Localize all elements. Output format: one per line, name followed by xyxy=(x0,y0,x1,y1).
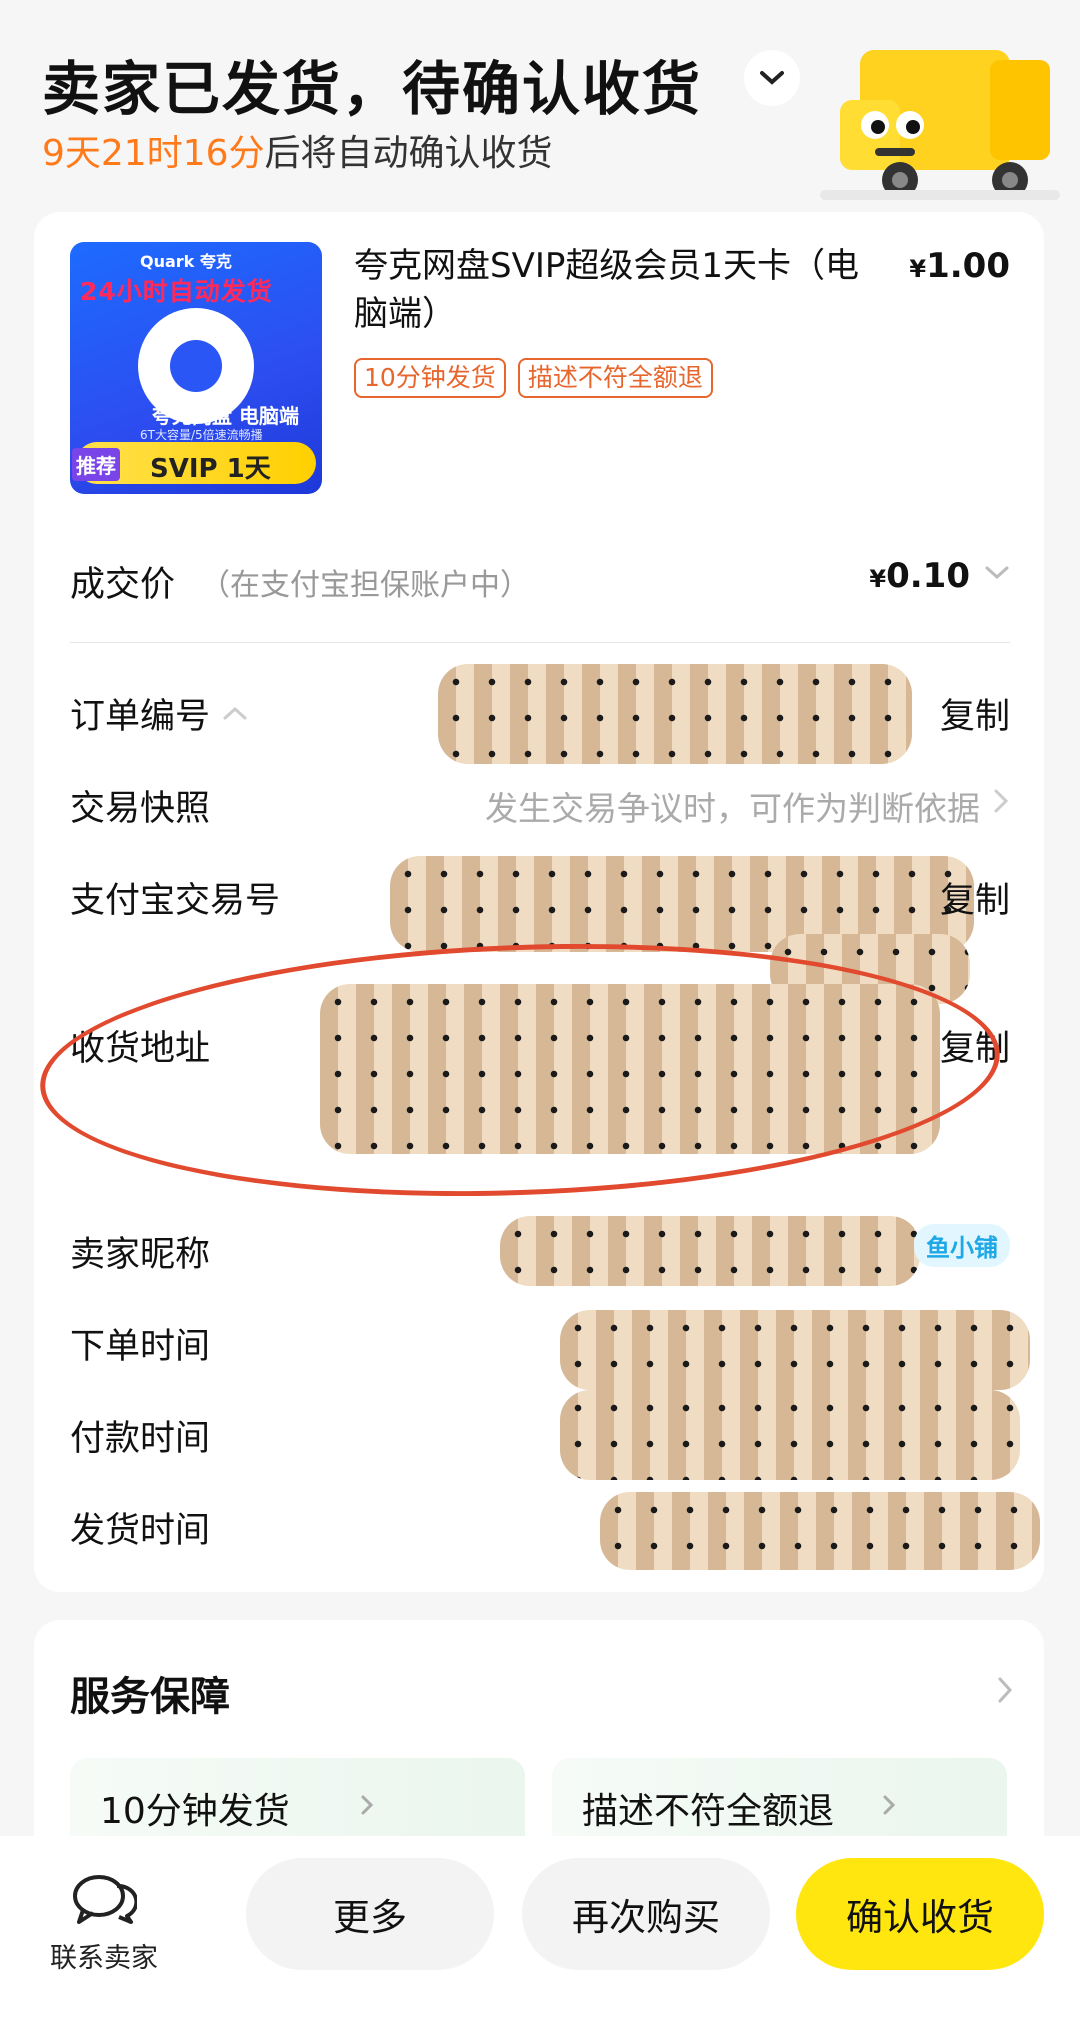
trade-snapshot-hint: 发生交易争议时，可作为判断依据 xyxy=(485,789,980,828)
buy-again-button[interactable]: 再次购买 xyxy=(522,1858,770,1970)
service-guarantee-title: 服务保障 xyxy=(70,1674,230,1720)
product-price: ¥1.00 xyxy=(909,246,1010,286)
countdown-suffix: 后将自动确认收货 xyxy=(264,133,553,174)
countdown-time: 9天21时16分 xyxy=(42,133,265,174)
contact-seller-button[interactable]: 联系卖家 xyxy=(44,1872,164,1975)
auto-confirm-countdown: 9天21时16分后将自动确认收货 xyxy=(42,124,553,176)
tag-refund: 描述不符全额退 xyxy=(517,358,713,398)
redacted-order-number xyxy=(438,664,912,764)
seller-shop-badge: 鱼小铺 xyxy=(914,1224,1010,1267)
status-expand-button[interactable] xyxy=(744,50,800,106)
thumb-brand: Quark 夸克 xyxy=(140,252,232,271)
tag-fast-ship: 10分钟发货 xyxy=(354,358,506,398)
pay-time-row: 付款时间 xyxy=(70,1390,1020,1480)
order-status-title: 卖家已发货，待确认收货 xyxy=(42,55,703,123)
divider xyxy=(70,642,1010,643)
seller-nickname-row: 卖家昵称 鱼小铺 xyxy=(70,1216,1010,1286)
alipay-number-row: 支付宝交易号 复制 xyxy=(70,856,1010,1004)
thumb-sub: 6T大容量/5倍速流畅播 xyxy=(140,428,263,442)
trade-snapshot-row[interactable]: 交易快照 发生交易争议时，可作为判断依据 xyxy=(70,780,1010,836)
order-card: Quark 夸克 24小时自动发货 夸克网盘 电脑端 6T大容量/5倍速流畅播 … xyxy=(34,212,1044,1592)
chevron-down-icon xyxy=(985,566,1009,580)
deal-price-label: 成交价 xyxy=(70,565,176,605)
delivery-truck-illustration xyxy=(820,50,1060,200)
chevron-right-icon xyxy=(883,1795,896,1815)
thumb-recommend: 推荐 xyxy=(72,448,120,481)
redacted-order-time xyxy=(560,1310,1030,1390)
chevron-right-icon xyxy=(994,789,1009,813)
thumb-promo: 24小时自动发货 xyxy=(80,277,273,306)
deal-price-value: ¥0.10 xyxy=(869,556,970,596)
thumb-name: 夸克网盘 电脑端 xyxy=(152,404,299,428)
order-number-label: 订单编号 xyxy=(70,697,211,737)
order-time-label: 下单时间 xyxy=(70,1327,211,1367)
service-item-label: 10分钟发货 xyxy=(100,1791,290,1832)
trade-snapshot-label: 交易快照 xyxy=(70,789,211,829)
ship-time-label: 发货时间 xyxy=(70,1511,211,1551)
price-value: 1.00 xyxy=(926,246,1010,286)
ship-time-row: 发货时间 xyxy=(70,1492,1040,1570)
seller-nickname-label: 卖家昵称 xyxy=(70,1235,211,1275)
product-thumbnail[interactable]: Quark 夸克 24小时自动发货 夸克网盘 电脑端 6T大容量/5倍速流畅播 … xyxy=(70,242,322,494)
product-tags: 10分钟发货 描述不符全额退 xyxy=(354,358,713,398)
chat-bubble-icon xyxy=(73,1875,139,1924)
chevron-right-icon[interactable] xyxy=(996,1676,1014,1704)
deal-price-amount: 0.10 xyxy=(886,556,970,596)
more-button[interactable]: 更多 xyxy=(246,1858,494,1970)
redacted-pay-time xyxy=(560,1390,1020,1480)
order-status-header: 卖家已发货，待确认收货 9天21时16分后将自动确认收货 xyxy=(0,0,1080,210)
price-symbol: ¥ xyxy=(909,255,927,283)
chevron-right-icon xyxy=(361,1795,374,1815)
service-item-label: 描述不符全额退 xyxy=(582,1791,835,1832)
alipay-number-label: 支付宝交易号 xyxy=(70,881,281,921)
redacted-ship-time xyxy=(600,1492,1040,1570)
copy-alipay-number-button[interactable]: 复制 xyxy=(940,872,1010,923)
pay-time-label: 付款时间 xyxy=(70,1419,211,1459)
product-title[interactable]: 夸克网盘SVIP超级会员1天卡（电脑端） xyxy=(354,242,874,338)
deal-price-note: （在支付宝担保账户中） xyxy=(200,568,530,603)
chevron-down-icon xyxy=(760,71,784,85)
deal-price-row[interactable]: 成交价 （在支付宝担保账户中） ¥0.10 xyxy=(70,552,1010,612)
contact-seller-label: 联系卖家 xyxy=(50,1943,158,1974)
thumb-svip: SVIP 1天 xyxy=(150,454,271,484)
chevron-up-icon[interactable] xyxy=(222,704,248,722)
redacted-seller-nickname xyxy=(500,1216,920,1286)
copy-order-number-button[interactable]: 复制 xyxy=(940,688,1010,739)
deal-price-symbol: ¥ xyxy=(869,565,887,593)
order-number-row: 订单编号 复制 xyxy=(70,664,1010,764)
order-time-row: 下单时间 xyxy=(70,1310,1030,1390)
confirm-receipt-button[interactable]: 确认收货 xyxy=(796,1858,1044,1970)
bottom-action-bar: 联系卖家 更多 再次购买 确认收货 xyxy=(0,1836,1080,2017)
